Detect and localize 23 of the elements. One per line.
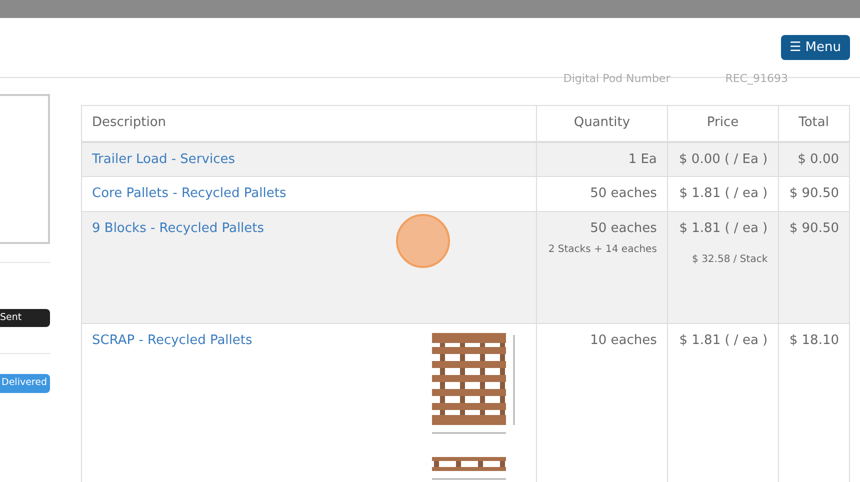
pod-number: REC_91693 bbox=[725, 71, 788, 87]
price-cell-text: $ 0.00 ( / Ea ) bbox=[678, 150, 768, 168]
product-link[interactable]: Trailer Load - Services bbox=[92, 152, 235, 166]
price-cell-text: $ 1.81 ( / ea ) bbox=[678, 332, 768, 350]
pod-label: Digital Pod Number bbox=[563, 71, 670, 87]
price-cell-text: $ 1.81 ( / ea ) bbox=[678, 220, 768, 238]
stack-breakdown: 2 Stacks + 14 eaches bbox=[547, 243, 657, 257]
quantity-cell-text: 1 Ea bbox=[627, 150, 657, 168]
quantity-cell-text: 50 eaches bbox=[589, 185, 657, 203]
price-cell-text: $ 1.81 ( / ea ) bbox=[678, 185, 768, 203]
total-cell-text: $ 18.10 bbox=[788, 332, 839, 350]
quantity-cell-text: 50 eaches bbox=[589, 220, 657, 238]
product-link[interactable]: 9 Blocks - Recycled Pallets bbox=[92, 220, 264, 236]
product-link[interactable]: Core Pallets - Recycled Pallets bbox=[92, 186, 286, 201]
status-badge: Sent bbox=[0, 309, 50, 328]
total-cell-text: $ 0.00 bbox=[796, 150, 839, 168]
status-badge: Delivered bbox=[0, 374, 50, 392]
stack-price: $ 32.58 / Stack bbox=[691, 253, 768, 267]
total-cell-text: $ 90.50 bbox=[788, 185, 839, 203]
quantity-cell-text: 10 eaches bbox=[589, 332, 657, 350]
menu-button[interactable]: ☰ Menu bbox=[780, 34, 850, 60]
total-cell-text: $ 90.50 bbox=[788, 220, 839, 238]
product-link[interactable]: SCRAP - Recycled Pallets bbox=[92, 330, 252, 482]
